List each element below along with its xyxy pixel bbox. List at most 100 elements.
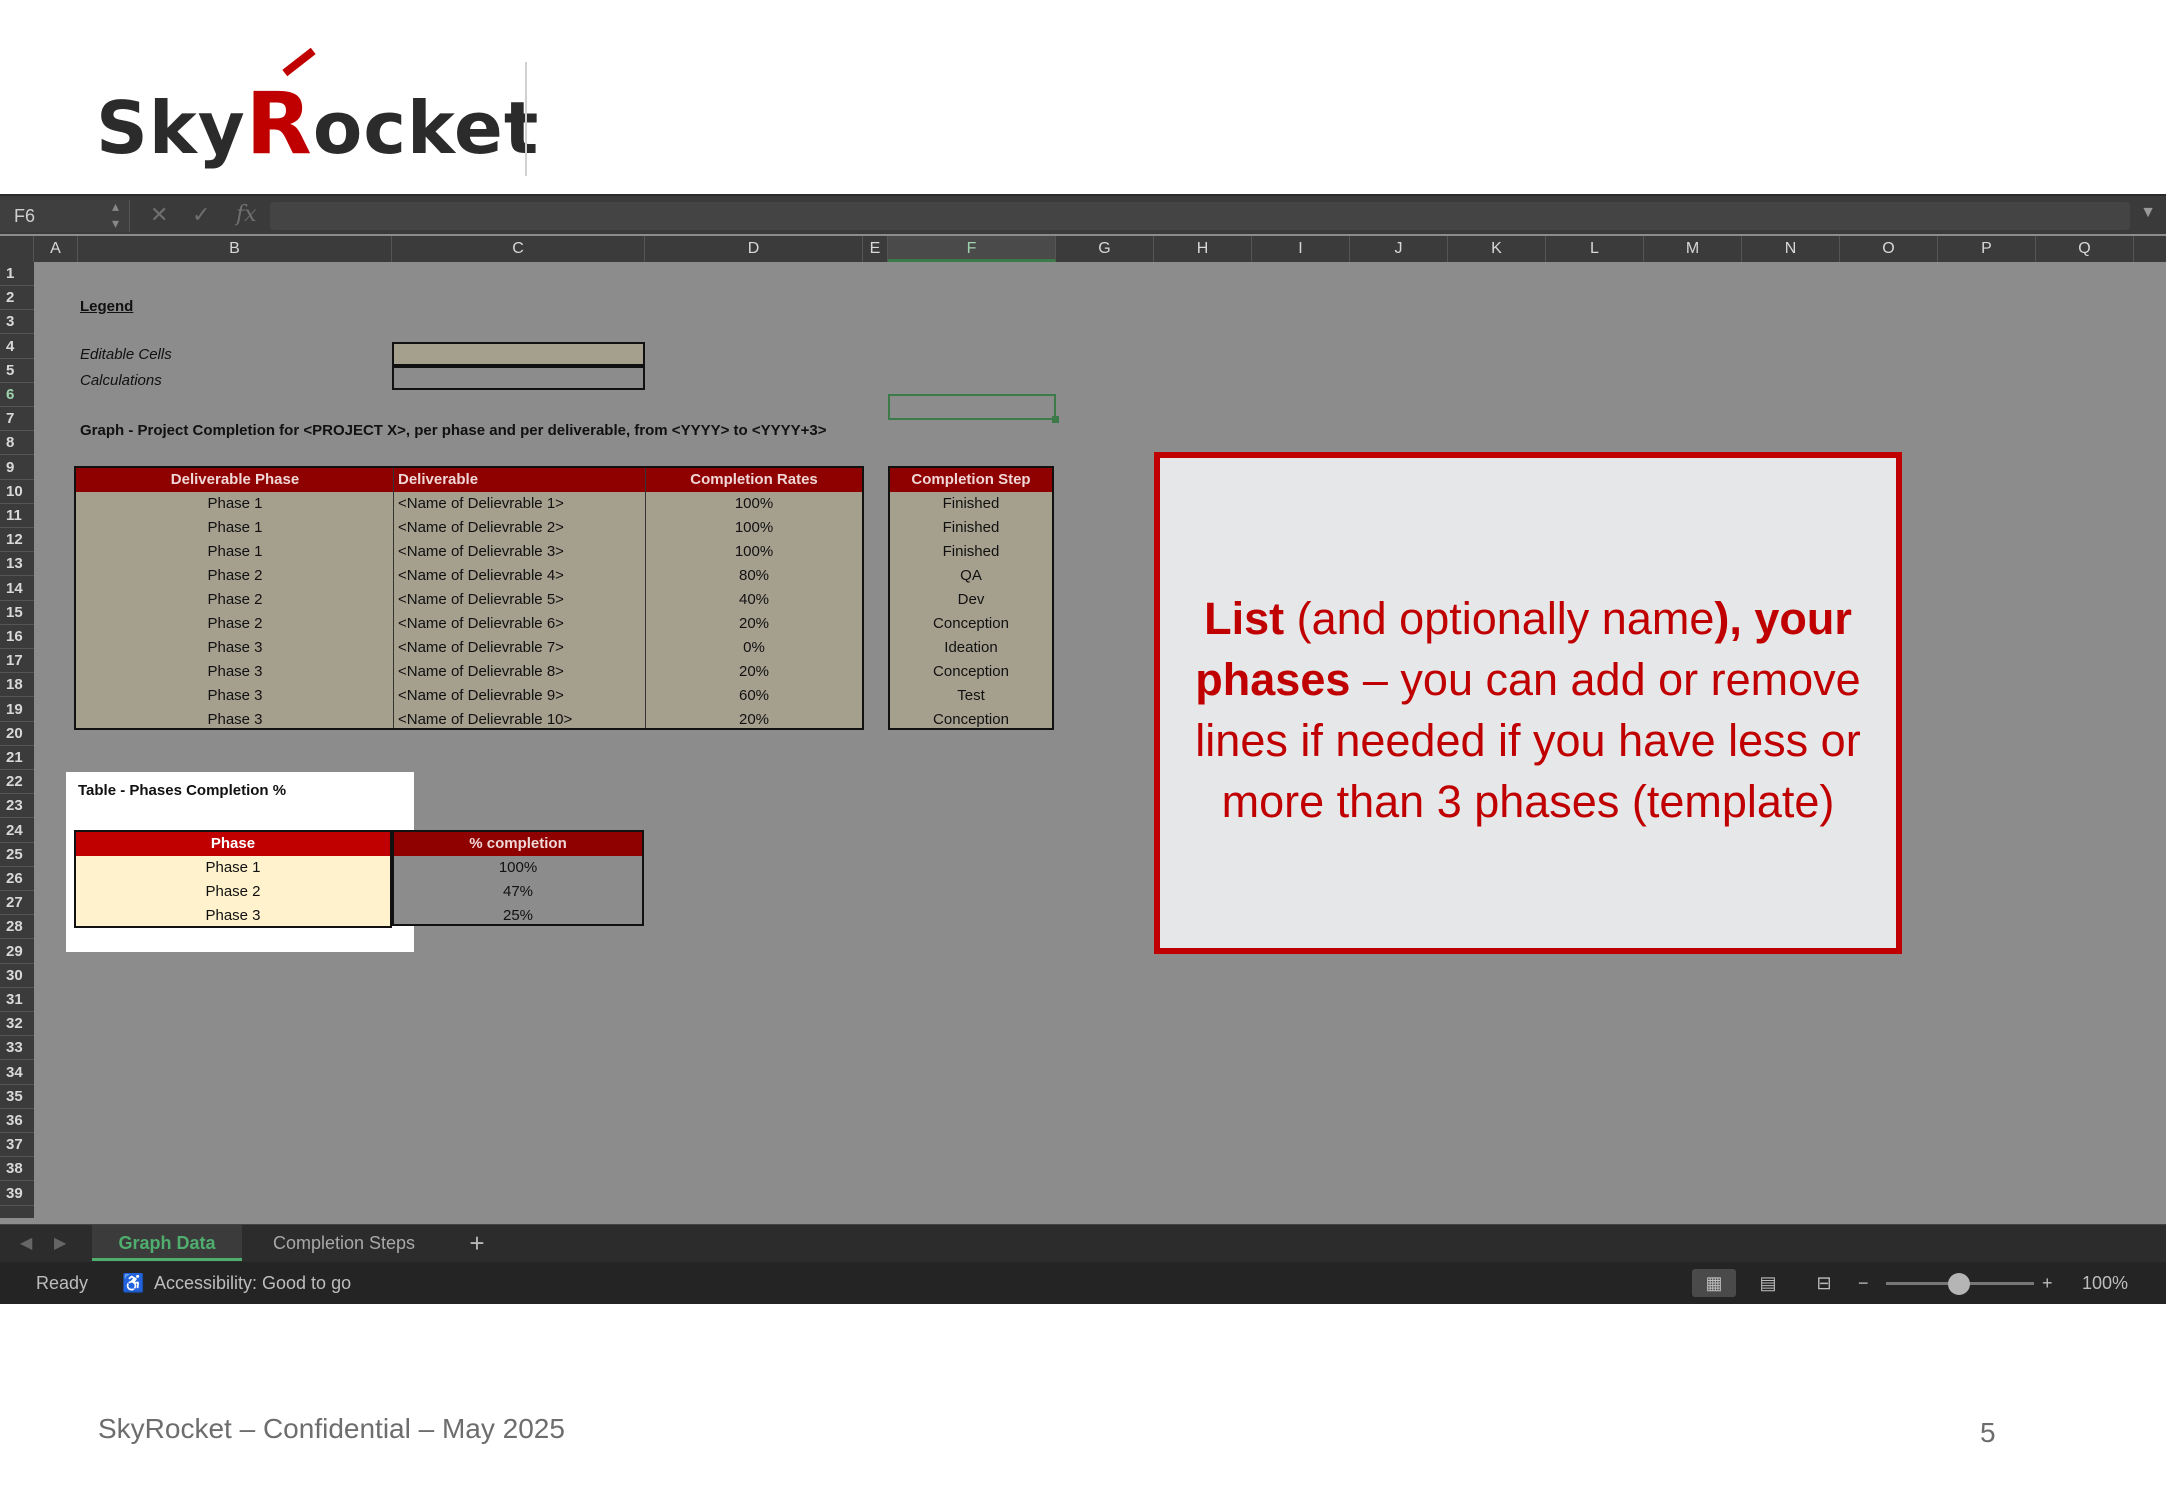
col-header-e[interactable]: E — [863, 236, 888, 262]
normal-view-icon[interactable]: ▦ — [1692, 1269, 1736, 1297]
legend-calculations-swatch[interactable] — [392, 366, 645, 390]
row-header-19[interactable]: 19 — [0, 698, 34, 722]
deliverable-name-cell[interactable]: <Name of Delievrable 4> — [394, 564, 646, 588]
deliverable-name-cell[interactable]: <Name of Delievrable 6> — [394, 612, 646, 636]
col-header-d[interactable]: D — [645, 236, 863, 262]
row-header-32[interactable]: 32 — [0, 1012, 34, 1037]
deliverable-name-cell[interactable]: <Name of Delievrable 2> — [394, 516, 646, 540]
row-header-11[interactable]: 11 — [0, 504, 34, 528]
deliverable-phase-cell[interactable]: Phase 2 — [76, 588, 394, 612]
row-header-35[interactable]: 35 — [0, 1085, 34, 1109]
row-header-17[interactable]: 17 — [0, 649, 34, 674]
row-header-31[interactable]: 31 — [0, 988, 34, 1012]
col-header-o[interactable]: O — [1840, 236, 1938, 262]
deliverable-phase-cell[interactable]: Phase 2 — [76, 612, 394, 636]
row-header-8[interactable]: 8 — [0, 431, 34, 456]
deliverable-phase-cell[interactable]: Phase 1 — [76, 492, 394, 516]
row-header-37[interactable]: 37 — [0, 1133, 34, 1158]
row-header-13[interactable]: 13 — [0, 552, 34, 577]
row-header-9[interactable]: 9 — [0, 456, 34, 480]
completion-step-cell[interactable]: Finished — [890, 492, 1052, 516]
completion-rate-cell[interactable]: 20% — [646, 612, 862, 636]
row-header-14[interactable]: 14 — [0, 577, 34, 601]
col-header-p[interactable]: P — [1938, 236, 2036, 262]
deliverable-name-cell[interactable]: <Name of Delievrable 5> — [394, 588, 646, 612]
row-header-39[interactable]: 39 — [0, 1182, 34, 1206]
col-header-a[interactable]: A — [34, 236, 78, 262]
row-header-26[interactable]: 26 — [0, 867, 34, 891]
row-header-1[interactable]: 1 — [0, 262, 34, 286]
completion-rate-cell[interactable]: 100% — [646, 516, 862, 540]
col-header-q[interactable]: Q — [2036, 236, 2134, 262]
row-header-25[interactable]: 25 — [0, 843, 34, 867]
completion-step-cell[interactable]: Conception — [890, 612, 1052, 636]
col-header-n[interactable]: N — [1742, 236, 1840, 262]
row-header-36[interactable]: 36 — [0, 1109, 34, 1133]
col-header-j[interactable]: J — [1350, 236, 1448, 262]
row-header-27[interactable]: 27 — [0, 891, 34, 916]
phase-name-cell[interactable]: Phase 1 — [76, 856, 390, 880]
stepper-icon[interactable]: ▴ ▾ — [112, 198, 119, 232]
deliverable-name-cell[interactable]: <Name of Delievrable 8> — [394, 660, 646, 684]
deliverable-name-cell[interactable]: <Name of Delievrable 3> — [394, 540, 646, 564]
row-header-6[interactable]: 6 — [0, 383, 34, 407]
row-header-12[interactable]: 12 — [0, 528, 34, 553]
confirm-icon[interactable]: ✓ — [192, 202, 210, 228]
col-header-c[interactable]: C — [392, 236, 645, 262]
select-all-corner[interactable] — [0, 236, 34, 262]
row-header-18[interactable]: 18 — [0, 673, 34, 698]
phase-percent-cell[interactable]: 47% — [394, 880, 642, 904]
prev-sheet-icon[interactable]: ◀ — [20, 1233, 32, 1253]
row-header-28[interactable]: 28 — [0, 915, 34, 940]
phase-name-cell[interactable]: Phase 3 — [76, 904, 390, 928]
col-header-k[interactable]: K — [1448, 236, 1546, 262]
completion-rate-cell[interactable]: 0% — [646, 636, 862, 660]
completion-rate-cell[interactable]: 60% — [646, 684, 862, 708]
deliverable-name-cell[interactable]: <Name of Delievrable 10> — [394, 708, 646, 732]
zoom-in-button[interactable]: + — [2042, 1273, 2053, 1294]
completion-rate-cell[interactable]: 100% — [646, 492, 862, 516]
completion-step-cell[interactable]: Finished — [890, 540, 1052, 564]
page-break-icon[interactable]: ⊟ — [1802, 1269, 1846, 1297]
row-header-3[interactable]: 3 — [0, 310, 34, 335]
row-header-23[interactable]: 23 — [0, 794, 34, 819]
row-header-24[interactable]: 24 — [0, 819, 34, 843]
deliverable-name-cell[interactable]: <Name of Delievrable 9> — [394, 684, 646, 708]
row-header-15[interactable]: 15 — [0, 601, 34, 625]
formula-input[interactable] — [270, 202, 2130, 230]
completion-step-cell[interactable]: Finished — [890, 516, 1052, 540]
fill-handle[interactable] — [1052, 416, 1059, 423]
col-header-b[interactable]: B — [78, 236, 392, 262]
deliverable-phase-cell[interactable]: Phase 3 — [76, 636, 394, 660]
row-header-30[interactable]: 30 — [0, 964, 34, 988]
row-header-10[interactable]: 10 — [0, 480, 34, 504]
zoom-slider-thumb[interactable] — [1948, 1273, 1970, 1295]
deliverable-name-cell[interactable]: <Name of Delievrable 1> — [394, 492, 646, 516]
row-header-33[interactable]: 33 — [0, 1036, 34, 1061]
cancel-icon[interactable]: ✕ — [150, 202, 168, 228]
chevron-down-icon[interactable]: ▼ — [2140, 204, 2156, 222]
row-header-7[interactable]: 7 — [0, 407, 34, 432]
completion-step-cell[interactable]: QA — [890, 564, 1052, 588]
zoom-level[interactable]: 100% — [2082, 1273, 2128, 1294]
completion-step-cell[interactable]: Test — [890, 684, 1052, 708]
deliverable-phase-cell[interactable]: Phase 3 — [76, 660, 394, 684]
row-header-29[interactable]: 29 — [0, 940, 34, 964]
row-header-38[interactable]: 38 — [0, 1157, 34, 1182]
col-header-h[interactable]: H — [1154, 236, 1252, 262]
completion-step-cell[interactable]: Conception — [890, 660, 1052, 684]
completion-rate-cell[interactable]: 40% — [646, 588, 862, 612]
row-header-5[interactable]: 5 — [0, 359, 34, 383]
col-header-g[interactable]: G — [1056, 236, 1154, 262]
row-header-20[interactable]: 20 — [0, 722, 34, 746]
row-header-34[interactable]: 34 — [0, 1061, 34, 1085]
completion-rate-cell[interactable]: 80% — [646, 564, 862, 588]
next-sheet-icon[interactable]: ▶ — [54, 1233, 66, 1253]
deliverable-name-cell[interactable]: <Name of Delievrable 7> — [394, 636, 646, 660]
completion-rate-cell[interactable]: 20% — [646, 708, 862, 732]
completion-step-cell[interactable]: Ideation — [890, 636, 1052, 660]
add-sheet-button[interactable]: + — [452, 1225, 502, 1261]
page-layout-icon[interactable]: ▤ — [1746, 1269, 1790, 1297]
deliverable-phase-cell[interactable]: Phase 2 — [76, 564, 394, 588]
phase-name-cell[interactable]: Phase 2 — [76, 880, 390, 904]
